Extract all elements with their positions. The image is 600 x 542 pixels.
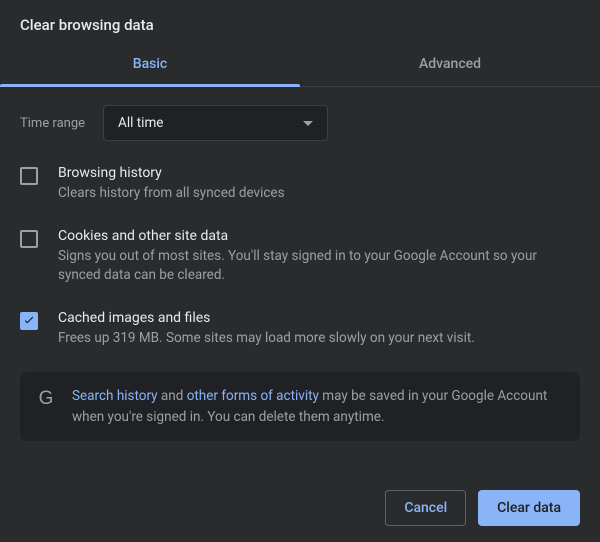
time-range-label: Time range xyxy=(20,116,85,131)
check-icon xyxy=(22,314,36,328)
dialog-title: Clear browsing data xyxy=(0,0,600,44)
cancel-button[interactable]: Cancel xyxy=(385,490,466,526)
option-desc: Clears history from all synced devices xyxy=(58,184,285,204)
checkbox-cache[interactable] xyxy=(20,312,38,330)
option-cookies: Cookies and other site data Signs you ou… xyxy=(20,228,580,286)
clear-data-button[interactable]: Clear data xyxy=(478,490,580,526)
option-text: Cached images and files Frees up 319 MB.… xyxy=(58,310,475,349)
option-title: Cookies and other site data xyxy=(58,228,580,244)
option-text: Browsing history Clears history from all… xyxy=(58,165,285,204)
google-account-info: G Search history and other forms of acti… xyxy=(20,372,580,441)
option-desc: Signs you out of most sites. You'll stay… xyxy=(58,247,580,286)
tab-advanced[interactable]: Advanced xyxy=(300,44,600,86)
link-search-history[interactable]: Search history xyxy=(72,388,158,404)
google-g-icon: G xyxy=(36,389,56,409)
option-desc: Frees up 319 MB. Some sites may load mor… xyxy=(58,329,475,349)
option-browsing-history: Browsing history Clears history from all… xyxy=(20,165,580,204)
dialog-footer: Cancel Clear data xyxy=(385,490,580,526)
link-other-activity[interactable]: other forms of activity xyxy=(187,388,319,404)
option-cache: Cached images and files Frees up 319 MB.… xyxy=(20,310,580,349)
checkbox-cookies[interactable] xyxy=(20,230,38,248)
checkbox-browsing-history[interactable] xyxy=(20,167,38,185)
option-title: Cached images and files xyxy=(58,310,475,326)
info-text-seg: and xyxy=(158,388,187,404)
chevron-down-icon xyxy=(303,121,313,126)
info-text: Search history and other forms of activi… xyxy=(72,386,564,427)
tabs: Basic Advanced xyxy=(0,44,600,87)
time-range-value: All time xyxy=(118,115,163,131)
dialog-body: Time range All time Browsing history Cle… xyxy=(0,87,600,441)
time-range-select[interactable]: All time xyxy=(103,105,328,141)
option-text: Cookies and other site data Signs you ou… xyxy=(58,228,580,286)
time-range-row: Time range All time xyxy=(20,105,580,141)
option-title: Browsing history xyxy=(58,165,285,181)
tab-basic[interactable]: Basic xyxy=(0,44,300,86)
